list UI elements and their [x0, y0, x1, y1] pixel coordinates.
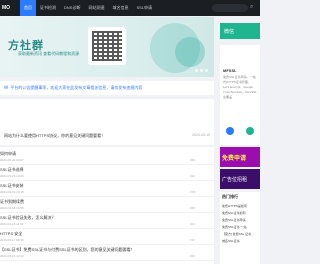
item-views: 412 [190, 174, 196, 178]
hot-list-item[interactable]: 免费SSL证书申请 [222, 217, 258, 224]
wechat-icon[interactable] [226, 127, 234, 135]
item-views: 278 [190, 190, 196, 194]
social-icons [220, 121, 260, 141]
site-logo[interactable]: MO [0, 0, 20, 16]
search-input[interactable] [212, 4, 248, 12]
item-title[interactable]: 【SSL证书】免费SSL证书与付费SSL证书的区别，您的意见关键问题要看！ [0, 247, 135, 253]
nav-speed-test[interactable]: 网站测速 [84, 0, 108, 16]
featured-post[interactable]: 网站为什么要使用HTTPS协议，你的意见关键问题要看！ 2024-03-19 [0, 99, 214, 145]
notice-text: 平台的公告提醒事项，欢迎大家在此发布文章相关信息，请勿发布违规内容 [10, 85, 143, 90]
item-date: 2024-03-17 08:40 [0, 238, 24, 242]
profile-name: MFSSL [223, 68, 237, 73]
item-title[interactable]: SSL证书选择 [0, 167, 24, 173]
main-nav: 首页 证书检测 DNS诊断 网站测速 域名信息 SSL申请 [20, 0, 156, 16]
hot-list-item[interactable]: 免费SSL证书如何 [222, 210, 258, 217]
list-item[interactable]: SSL证书选择 2024-03-19 14:23 412 [0, 165, 214, 181]
carousel-dots[interactable] [195, 69, 208, 72]
wechat-button[interactable]: 微信 [220, 23, 260, 39]
item-title[interactable]: 证书到期续费 [0, 199, 24, 205]
hot-list-item[interactable]: 免费SSL证书 一站 [222, 224, 258, 231]
banner-carousel[interactable]: 方社群 获取最新资讯 查看代码教程和资源 [0, 17, 214, 77]
item-title[interactable]: SSL证书安装 [0, 183, 24, 189]
featured-date: 2024-03-19 [192, 133, 210, 137]
banner-decoration [175, 37, 205, 67]
ad-banner[interactable]: 广告位招租 [220, 169, 260, 189]
list-item[interactable]: SSL证书验证失败，怎么解决？ 2024-03-18 11:02 201 [0, 213, 214, 229]
item-date: 2024-03-20 09:27 [0, 158, 24, 162]
item-date: 2024-03-18 11:02 [0, 222, 24, 226]
hot-list-title: 热门排行 [222, 194, 238, 199]
sidebar: 微信 MFSSL 免费SSL证书申请，一站式HTTPS证书管理，Let's En… [220, 17, 260, 264]
item-title[interactable]: HTTPS 安全 [0, 231, 22, 237]
nav-home[interactable]: 首页 [20, 0, 36, 16]
list-item[interactable]: 【SSL证书】免费SSL证书与付费SSL证书的区别，您的意见关键问题要看！ 20… [0, 245, 214, 261]
nav-ssl-apply[interactable]: SSL申请 [132, 0, 156, 16]
item-views: 352 [190, 254, 196, 258]
item-title[interactable]: SSL证书验证失败，怎么解决？ [0, 215, 56, 221]
item-views: 197 [190, 238, 196, 242]
megaphone-icon: ✉ [4, 85, 9, 91]
top-navbar: MO 首页 证书检测 DNS诊断 网站测速 域名信息 SSL申请 ⌕ [0, 0, 260, 16]
hot-list-item[interactable]: 免费HTTPS是如何 [222, 203, 258, 210]
profile-desc: 免费SSL证书申请，一站式HTTPS证书管理，Let's Encrypt、Goo… [223, 75, 257, 99]
nav-dns-diagnose[interactable]: DNS诊断 [60, 0, 84, 16]
page: MO 首页 证书检测 DNS诊断 网站测速 域名信息 SSL申请 ⌕ 方社群 获… [0, 0, 260, 264]
main-content: 方社群 获取最新资讯 查看代码教程和资源 ✉ 平台的公告提醒事项，欢迎大家在此发… [0, 17, 218, 264]
item-date: 2024-03-18 16:55 [0, 206, 24, 210]
item-views: 356 [190, 206, 196, 210]
list-item[interactable]: 如何申请 2024-03-20 09:27 369 [0, 149, 214, 165]
list-item[interactable]: HTTPS 安全 2024-03-17 08:40 197 [0, 229, 214, 245]
hot-list-item[interactable]: 域名SSL证书 [222, 238, 258, 245]
qq-icon[interactable] [246, 127, 254, 135]
ad-banner[interactable]: 免费申请 [220, 147, 260, 167]
nav-cert-check[interactable]: 证书检测 [36, 0, 60, 16]
article-list: 如何申请 2024-03-20 09:27 369 SSL证书选择 2024-03… [0, 147, 214, 264]
item-views: 201 [190, 222, 196, 226]
item-date: 2024-03-16 13:12 [0, 254, 24, 258]
banner-subtitle: 获取最新资讯 查看代码教程和资源 [18, 51, 80, 56]
list-item[interactable]: 证书到期续费 2024-03-18 16:55 356 [0, 197, 214, 213]
featured-title[interactable]: 网站为什么要使用HTTPS协议，你的意见关键问题要看！ [4, 133, 105, 139]
notice-bar: ✉ 平台的公告提醒事项，欢迎大家在此发布文章相关信息，请勿发布违规内容 [0, 81, 214, 95]
list-item[interactable]: SSL证书安装 2024-03-19 10:18 278 [0, 181, 214, 197]
nav-domain-info[interactable]: 域名信息 [108, 0, 132, 16]
item-date: 2024-03-19 10:18 [0, 190, 24, 194]
item-views: 369 [190, 158, 196, 162]
hot-list: 热门排行 免费HTTPS是如何 免费SSL证书如何 免费SSL证书申请 免费SSL证书… [220, 192, 260, 264]
item-title[interactable]: 如何申请 [0, 151, 16, 157]
qr-code-image [88, 27, 126, 65]
search-icon[interactable]: ⌕ [250, 4, 253, 11]
hot-list-item[interactable]: 【官方] 免费SSL 证书... [222, 231, 258, 238]
item-date: 2024-03-19 14:23 [0, 174, 24, 178]
